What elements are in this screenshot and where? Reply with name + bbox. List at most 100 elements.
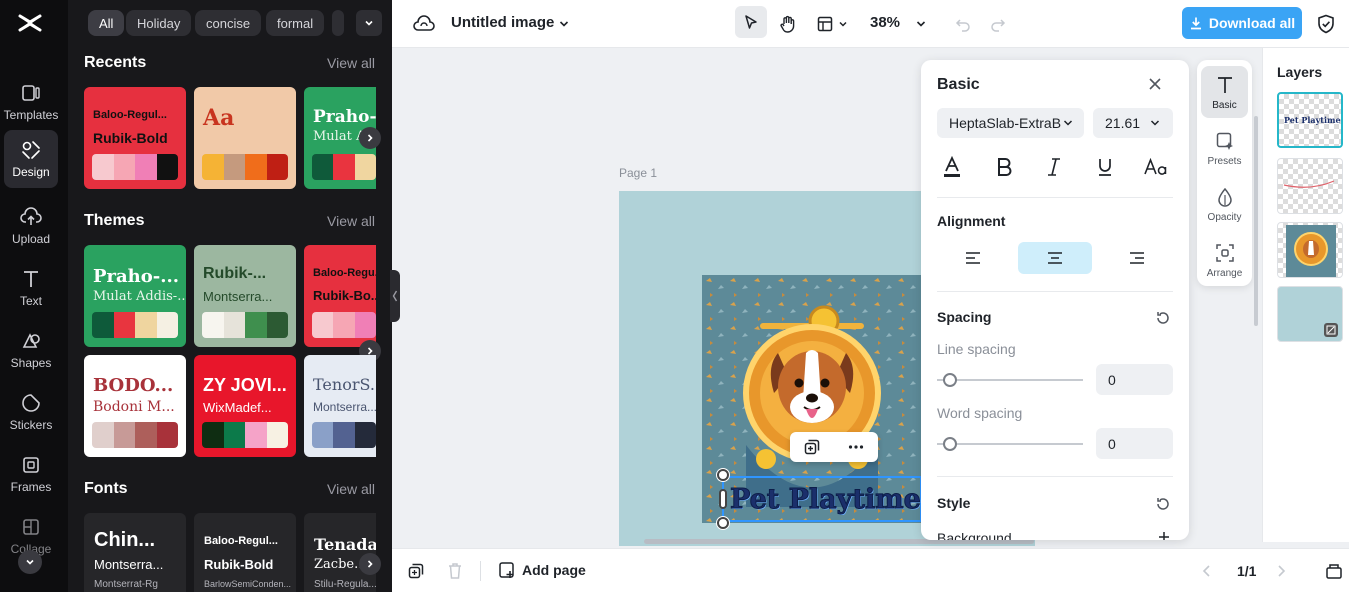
word-spacing-slider[interactable] bbox=[937, 443, 1083, 445]
themes-view-all-link[interactable]: View all bbox=[327, 213, 375, 229]
theme-card-3[interactable]: Baloo-Regu... Rubik-Bo... bbox=[304, 245, 376, 347]
more-options-icon[interactable] bbox=[847, 438, 865, 456]
pages-overview-icon[interactable] bbox=[1325, 562, 1343, 580]
resize-handle-left[interactable] bbox=[719, 489, 727, 509]
undo-icon[interactable] bbox=[951, 12, 975, 36]
rail-item-frames[interactable]: Frames bbox=[4, 446, 58, 502]
chip-all[interactable]: All bbox=[88, 10, 125, 36]
font-family-select[interactable]: HeptaSlab-ExtraB bbox=[937, 108, 1084, 138]
presets-icon bbox=[1214, 130, 1236, 152]
fonts-view-all-link[interactable]: View all bbox=[327, 481, 375, 497]
font-card-1[interactable]: Chin... Montserra... Montserrat-Rg bbox=[84, 513, 186, 592]
hand-tool-icon[interactable] bbox=[776, 12, 800, 36]
capcut-logo-icon[interactable] bbox=[17, 10, 43, 36]
close-icon[interactable] bbox=[1147, 76, 1163, 92]
reset-style-icon[interactable] bbox=[1155, 496, 1171, 512]
rail-item-stickers[interactable]: Stickers bbox=[4, 384, 58, 440]
word-spacing-knob[interactable] bbox=[943, 437, 957, 451]
spacing-title: Spacing bbox=[937, 309, 992, 325]
next-page-icon[interactable] bbox=[1274, 564, 1288, 578]
font-card-3[interactable]: Tenada... Zacbe... Stilu-Regula... bbox=[304, 513, 376, 592]
chip-concise[interactable]: concise bbox=[195, 10, 262, 36]
design-panel: All Holiday concise formal Recents View … bbox=[68, 0, 392, 592]
layout-icon[interactable] bbox=[813, 12, 837, 36]
layer-background-thumb[interactable] bbox=[1277, 286, 1343, 342]
rail-label: Frames bbox=[10, 480, 52, 494]
fonts-next-button[interactable] bbox=[359, 553, 381, 575]
font-card-2[interactable]: Baloo-Regul... Rubik-Bold BarlowSemiCond… bbox=[194, 513, 296, 592]
underline-button[interactable] bbox=[1090, 152, 1120, 182]
chips-dropdown-button[interactable] bbox=[356, 10, 382, 36]
bold-button[interactable] bbox=[989, 152, 1019, 182]
resize-handle-top-left[interactable] bbox=[717, 469, 729, 481]
text-case-icon bbox=[1144, 158, 1167, 175]
font-size-select[interactable]: 21.61 bbox=[1093, 108, 1173, 138]
decor-line-icon bbox=[1283, 180, 1335, 188]
line-spacing-input[interactable]: 0 bbox=[1096, 364, 1173, 395]
rail-item-templates[interactable]: Templates bbox=[4, 74, 58, 130]
theme-card-2[interactable]: Rubik-... Montserra... bbox=[194, 245, 296, 347]
duplicate-icon[interactable] bbox=[803, 438, 821, 456]
text-case-button[interactable] bbox=[1141, 152, 1171, 182]
color-swatches bbox=[202, 422, 288, 448]
expand-rail-button[interactable] bbox=[18, 550, 42, 574]
layer-image-thumb[interactable] bbox=[1277, 222, 1343, 278]
word-spacing-input[interactable]: 0 bbox=[1096, 428, 1173, 459]
font-size-value: 21.61 bbox=[1105, 115, 1141, 131]
theme-card-6[interactable]: TenorS... Montserra... bbox=[304, 355, 376, 457]
zoom-dropdown-chevron-icon[interactable] bbox=[909, 12, 933, 36]
redo-icon[interactable] bbox=[986, 12, 1010, 36]
selected-text-layer[interactable]: Pet Playtime bbox=[722, 476, 922, 522]
tab-opacity[interactable]: Opacity bbox=[1201, 178, 1248, 230]
chip-holiday[interactable]: Holiday bbox=[126, 10, 192, 36]
reset-spacing-icon[interactable] bbox=[1155, 310, 1171, 326]
text-color-button[interactable] bbox=[937, 152, 967, 182]
select-tool-button[interactable] bbox=[735, 6, 767, 38]
align-center-button[interactable] bbox=[1018, 242, 1092, 274]
tab-basic[interactable]: Basic bbox=[1201, 66, 1248, 118]
download-all-button[interactable]: Download all bbox=[1182, 7, 1302, 39]
shield-check-icon[interactable] bbox=[1314, 12, 1338, 36]
layer-line-thumb[interactable] bbox=[1277, 158, 1343, 214]
tab-arrange[interactable]: Arrange bbox=[1201, 234, 1248, 286]
property-tabs-strip: Basic Presets Opacity Arrange bbox=[1197, 60, 1252, 286]
recent-card-1[interactable]: Baloo-Regul... Rubik-Bold bbox=[84, 87, 186, 189]
line-spacing-knob[interactable] bbox=[943, 373, 957, 387]
duplicate-page-icon[interactable] bbox=[407, 562, 425, 580]
theme-card-4[interactable]: BODO... Bodoni M... bbox=[84, 355, 186, 457]
vertical-scrollbar[interactable] bbox=[1254, 116, 1258, 326]
chip-overflow[interactable] bbox=[332, 10, 344, 36]
collapse-panel-handle[interactable] bbox=[390, 270, 400, 322]
recents-next-button[interactable] bbox=[359, 127, 381, 149]
align-left-icon bbox=[966, 252, 980, 264]
font-line3: Stilu-Regula... bbox=[314, 579, 376, 590]
chip-formal[interactable]: formal bbox=[266, 10, 325, 36]
delete-page-icon[interactable] bbox=[447, 562, 463, 580]
layer-text-thumb[interactable]: Pet Playtime bbox=[1277, 92, 1343, 148]
previous-page-icon[interactable] bbox=[1200, 564, 1214, 578]
add-background-icon[interactable] bbox=[1159, 532, 1169, 540]
italic-button[interactable] bbox=[1039, 152, 1069, 182]
zoom-level[interactable]: 38% bbox=[870, 14, 900, 31]
cloud-sync-icon[interactable] bbox=[412, 12, 436, 36]
rail-item-text[interactable]: Text bbox=[4, 260, 58, 316]
line-spacing-slider[interactable] bbox=[937, 379, 1083, 381]
panel-title: Basic bbox=[937, 76, 980, 93]
card-big-text: Aa bbox=[203, 105, 235, 131]
add-page-button[interactable]: Add page bbox=[498, 561, 586, 579]
title-dropdown-chevron-icon[interactable] bbox=[552, 12, 576, 36]
recent-card-2[interactable]: Aa bbox=[194, 87, 296, 189]
rail-item-upload[interactable]: Upload bbox=[4, 198, 58, 254]
recents-view-all-link[interactable]: View all bbox=[327, 55, 375, 71]
rail-item-design[interactable]: Design bbox=[4, 130, 58, 188]
document-title[interactable]: Untitled image bbox=[451, 14, 554, 31]
theme-card-1[interactable]: Praho-... Mulat Addis-... bbox=[84, 245, 186, 347]
tab-presets[interactable]: Presets bbox=[1201, 122, 1248, 174]
layout-dropdown-chevron-icon[interactable] bbox=[836, 12, 850, 36]
align-left-button[interactable] bbox=[937, 242, 1011, 274]
theme-card-5[interactable]: ZY JOVI... WixMadef... bbox=[194, 355, 296, 457]
style-title: Style bbox=[937, 495, 971, 511]
align-right-button[interactable] bbox=[1099, 242, 1173, 274]
rail-item-shapes[interactable]: Shapes bbox=[4, 322, 58, 378]
resize-handle-bottom-left[interactable] bbox=[717, 517, 729, 529]
